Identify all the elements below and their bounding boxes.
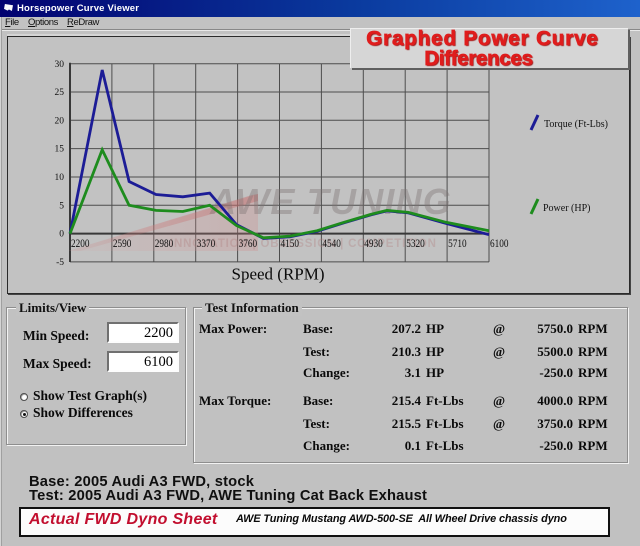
svg-text:Torque (Ft-Lbs): Torque (Ft-Lbs) xyxy=(544,119,608,130)
svg-text:4930: 4930 xyxy=(364,238,383,250)
svg-text:5710: 5710 xyxy=(448,238,467,250)
svg-text:5: 5 xyxy=(59,201,64,211)
svg-text:-5: -5 xyxy=(56,258,64,268)
svg-text:10: 10 xyxy=(55,173,65,183)
svg-text:25: 25 xyxy=(55,88,65,98)
svg-text:0: 0 xyxy=(59,230,64,240)
svg-text:2980: 2980 xyxy=(155,238,174,250)
svg-text:Speed (RPM): Speed (RPM) xyxy=(231,265,324,284)
svg-text:6100: 6100 xyxy=(490,238,509,250)
svg-text:3760: 3760 xyxy=(239,238,258,250)
svg-text:2590: 2590 xyxy=(113,238,132,250)
svg-text:4150: 4150 xyxy=(281,238,300,250)
svg-text:4540: 4540 xyxy=(322,238,341,250)
svg-text:3370: 3370 xyxy=(197,238,216,250)
svg-text:Power (HP): Power (HP) xyxy=(543,203,591,214)
svg-text:2200: 2200 xyxy=(71,238,90,250)
svg-text:20: 20 xyxy=(55,116,65,126)
svg-text:5320: 5320 xyxy=(406,238,425,250)
svg-text:30: 30 xyxy=(55,60,65,70)
svg-text:15: 15 xyxy=(55,145,65,155)
